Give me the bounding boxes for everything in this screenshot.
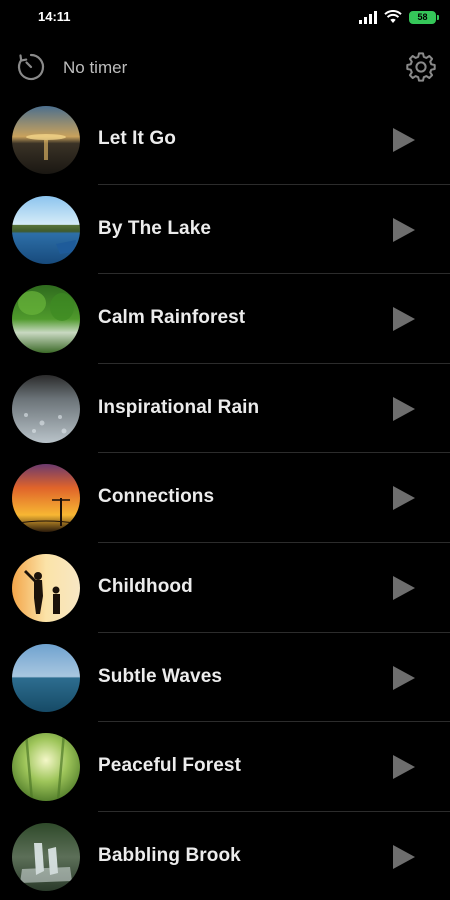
play-icon[interactable] <box>388 483 418 513</box>
status-icons: 58 <box>359 9 439 25</box>
track-item-connections[interactable]: Connections <box>0 453 450 543</box>
track-title: Subtle Waves <box>98 665 223 687</box>
track-thumbnail <box>12 374 80 443</box>
status-bar: 14:11 58 <box>0 0 450 38</box>
track-thumbnail <box>12 195 80 264</box>
track-title: By The Lake <box>98 217 212 239</box>
track-item-subtle-waves[interactable]: Subtle Waves <box>0 633 450 723</box>
battery-icon: 58 <box>409 10 439 24</box>
signal-icon <box>359 10 377 24</box>
track-thumbnail <box>12 553 80 622</box>
track-title: Peaceful Forest <box>98 755 241 777</box>
track-list: Let It Go By The Lake Calm Rainforest In… <box>0 95 450 900</box>
track-item-peaceful-forest[interactable]: Peaceful Forest <box>0 722 450 812</box>
track-title: Inspirational Rain <box>98 396 260 418</box>
play-icon[interactable] <box>388 304 418 334</box>
play-icon[interactable] <box>388 215 418 245</box>
status-time: 14:11 <box>38 9 71 24</box>
track-thumbnail <box>12 733 80 802</box>
track-thumbnail <box>12 822 80 891</box>
track-item-childhood[interactable]: Childhood <box>0 543 450 633</box>
track-title: Childhood <box>98 575 193 597</box>
play-icon[interactable] <box>388 752 418 782</box>
track-thumbnail <box>12 106 80 174</box>
gear-icon[interactable] <box>406 52 436 82</box>
track-item-by-the-lake[interactable]: By The Lake <box>0 185 450 275</box>
play-icon[interactable] <box>388 663 418 693</box>
play-icon[interactable] <box>388 842 418 872</box>
track-title: Calm Rainforest <box>98 307 246 329</box>
track-title: Connections <box>98 486 215 508</box>
wifi-icon <box>384 10 402 23</box>
timer-label[interactable]: No timer <box>63 58 127 78</box>
track-thumbnail <box>12 285 80 354</box>
track-thumbnail <box>12 643 80 712</box>
track-thumbnail <box>12 464 80 533</box>
play-icon[interactable] <box>388 394 418 424</box>
play-icon[interactable] <box>388 125 418 155</box>
top-bar: No timer <box>0 44 450 90</box>
track-item-calm-rainforest[interactable]: Calm Rainforest <box>0 274 450 364</box>
track-item-babbling-brook[interactable]: Babbling Brook <box>0 812 450 900</box>
track-item-let-it-go[interactable]: Let It Go <box>0 95 450 185</box>
play-icon[interactable] <box>388 573 418 603</box>
track-title: Babbling Brook <box>98 844 241 866</box>
track-title: Let It Go <box>98 128 176 149</box>
track-item-inspirational-rain[interactable]: Inspirational Rain <box>0 364 450 454</box>
timer-icon[interactable] <box>16 52 46 82</box>
battery-level: 58 <box>417 11 428 22</box>
